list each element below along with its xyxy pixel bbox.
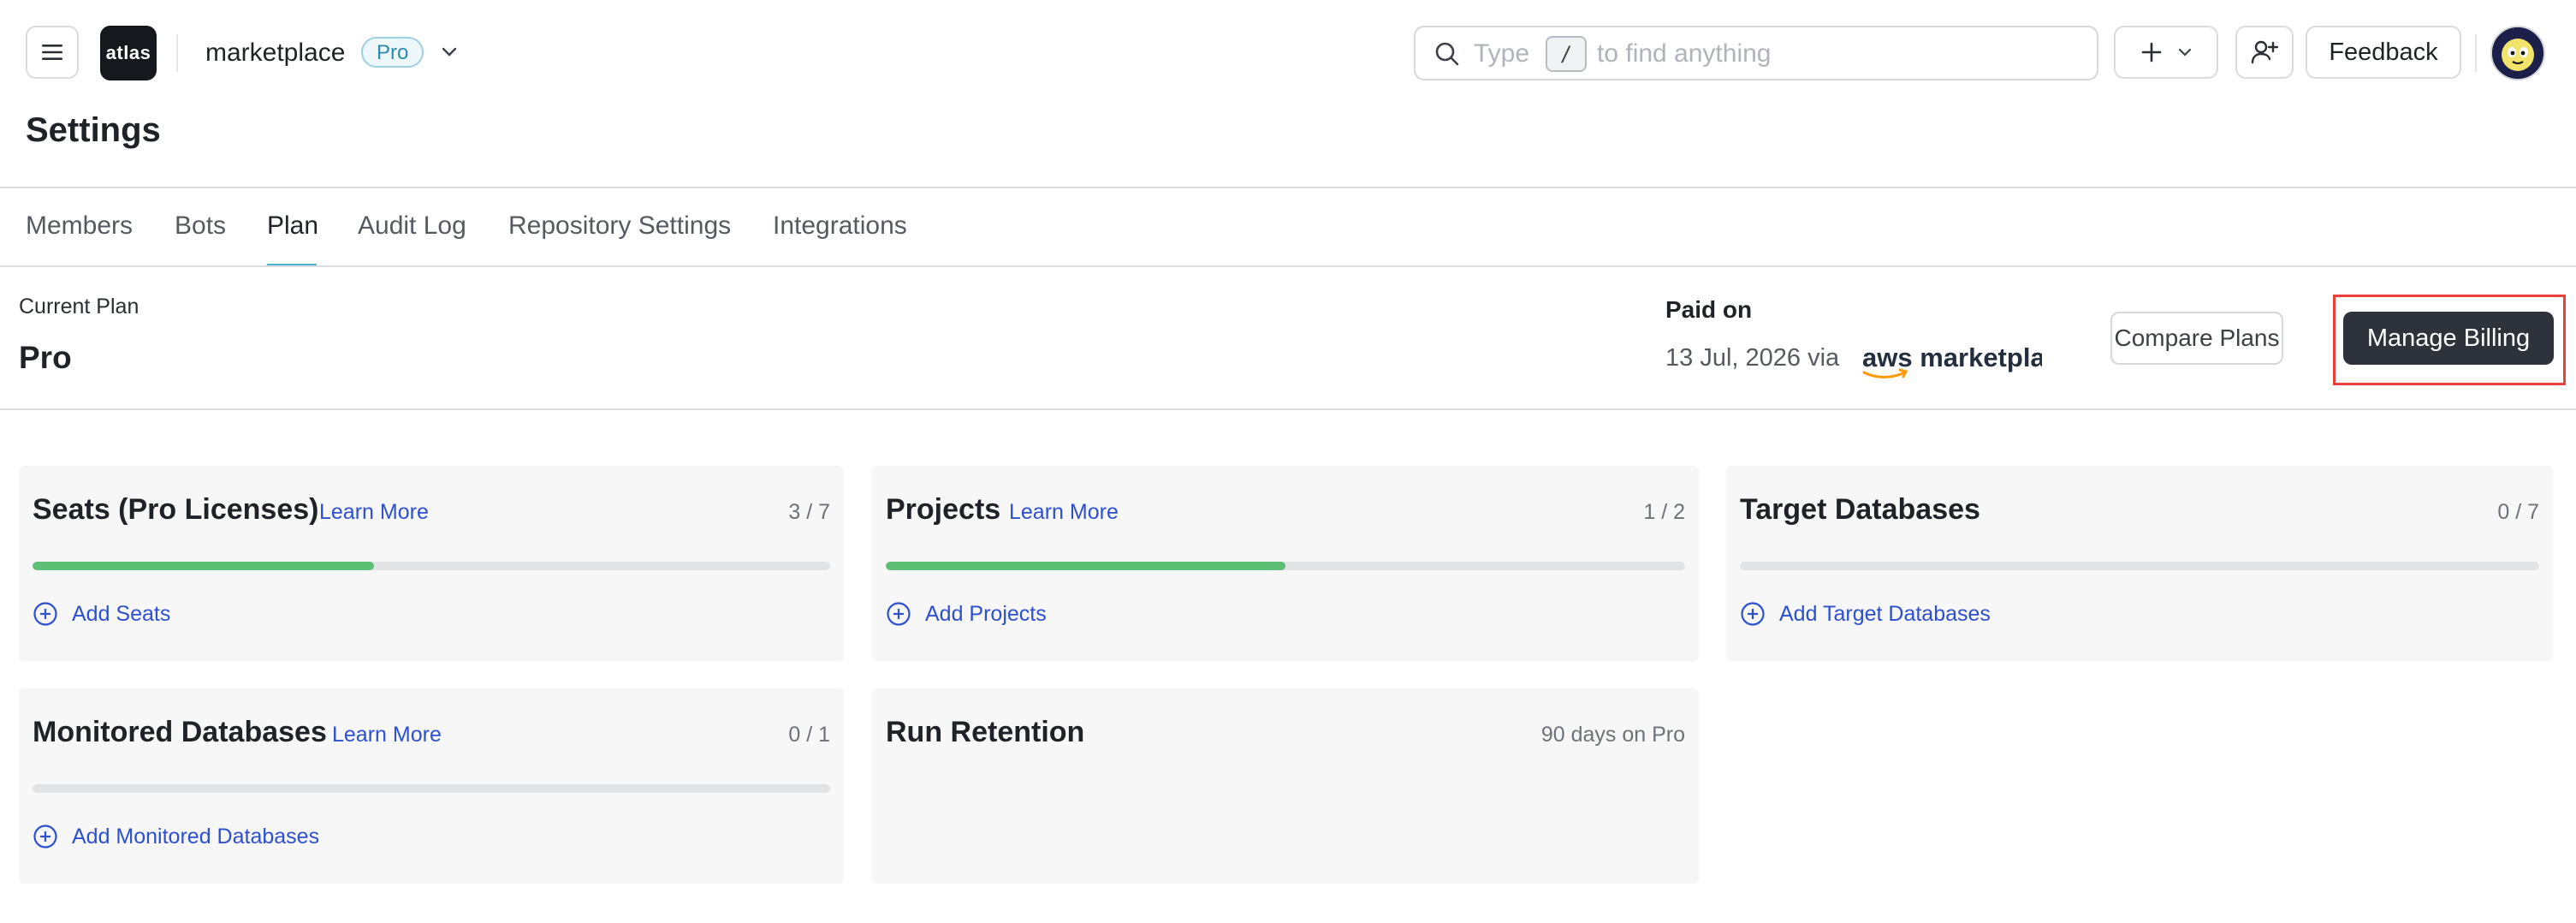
add-target-databases-button[interactable]: Add Target Databases [1740,601,1991,627]
progress-fill [886,562,1285,570]
card-title: Projects [886,493,1001,526]
page-title: Settings [26,111,161,149]
learn-more-link[interactable]: Learn More [1009,500,1119,525]
avatar-icon [2492,27,2543,79]
shortcut-key: / [1546,36,1587,72]
search-placeholder-prefix: Type [1474,39,1530,68]
chevron-down-icon [2178,48,2192,57]
current-plan-name: Pro [19,340,72,375]
tab-integrations[interactable]: Integrations [773,209,907,243]
add-projects-button[interactable]: Add Projects [886,601,1047,627]
tab-plan[interactable]: Plan [267,209,318,243]
progress-bar [1740,562,2539,570]
search-input[interactable]: Type / to find anything [1414,26,2098,80]
highlight-box [2333,295,2566,385]
monitored-databases-card: Monitored Databases Learn More 0 / 1 Add… [19,688,844,884]
run-retention-card: Run Retention 90 days on Pro [872,688,1699,884]
invite-member-button[interactable] [2235,26,2294,79]
user-plus-icon [2251,40,2278,64]
divider [2475,34,2477,72]
plus-icon [2141,42,2162,63]
paid-date: 13 Jul, 2026 via [1665,344,1840,372]
add-label: Add Seats [72,601,171,626]
tab-repository-settings[interactable]: Repository Settings [508,209,731,243]
divider [0,265,2576,267]
add-label: Add Monitored Databases [72,824,320,849]
paid-on-label: Paid on [1665,296,1753,323]
tab-audit-log[interactable]: Audit Log [358,209,466,243]
add-label: Add Projects [925,601,1047,626]
plan-badge: Pro [361,37,424,68]
learn-more-link[interactable]: Learn More [319,500,429,525]
tab-bots[interactable]: Bots [175,209,226,243]
progress-bar [33,562,830,570]
app-logo[interactable]: atlas [100,26,157,80]
chevron-down-icon [442,47,457,57]
usage-count: 0 / 1 [788,723,830,747]
add-circle-icon [33,825,57,849]
add-circle-icon [887,602,911,626]
user-avatar[interactable] [2490,26,2545,80]
usage-count: 3 / 7 [788,500,830,524]
feedback-button[interactable]: Feedback [2306,26,2461,79]
menu-button[interactable] [26,26,79,79]
add-seats-button[interactable]: Add Seats [33,601,170,627]
card-title: Run Retention [886,716,1085,748]
add-monitored-databases-button[interactable]: Add Monitored Databases [33,824,319,849]
workspace-dropdown[interactable] [436,39,462,65]
divider [0,187,2576,188]
aws-marketplace-logo: aws marketplace [1862,342,2042,378]
usage-count: 0 / 7 [2497,500,2539,524]
card-title: Target Databases [1740,493,1980,526]
progress-bar [33,784,830,793]
add-label: Add Target Databases [1779,601,1991,626]
target-databases-card: Target Databases 0 / 7 Add Target Databa… [1726,466,2553,661]
divider [0,408,2576,410]
aws-logo-text: aws marketplace [1862,342,2042,372]
usage-count: 1 / 2 [1643,500,1685,524]
divider [176,34,178,72]
search-icon [1435,42,1459,66]
workspace-name[interactable]: marketplace [205,34,345,72]
card-title: Seats (Pro Licenses) [33,493,319,526]
hamburger-icon [42,45,62,60]
add-circle-icon [33,602,57,626]
create-button[interactable] [2114,26,2218,79]
tab-members[interactable]: Members [26,209,133,243]
current-plan-label: Current Plan [19,295,139,319]
search-placeholder-suffix: to find anything [1597,39,1772,68]
progress-bar [886,562,1685,570]
seats-card: Seats (Pro Licenses) Learn More 3 / 7 Ad… [19,466,844,661]
retention-value: 90 days on Pro [1540,723,1685,747]
learn-more-link[interactable]: Learn More [332,723,442,747]
card-title: Monitored Databases [33,716,327,748]
progress-fill [33,562,375,570]
compare-plans-button[interactable]: Compare Plans [2110,312,2283,365]
add-circle-icon [1741,602,1765,626]
projects-card: Projects Learn More 1 / 2 Add Projects [872,466,1699,661]
